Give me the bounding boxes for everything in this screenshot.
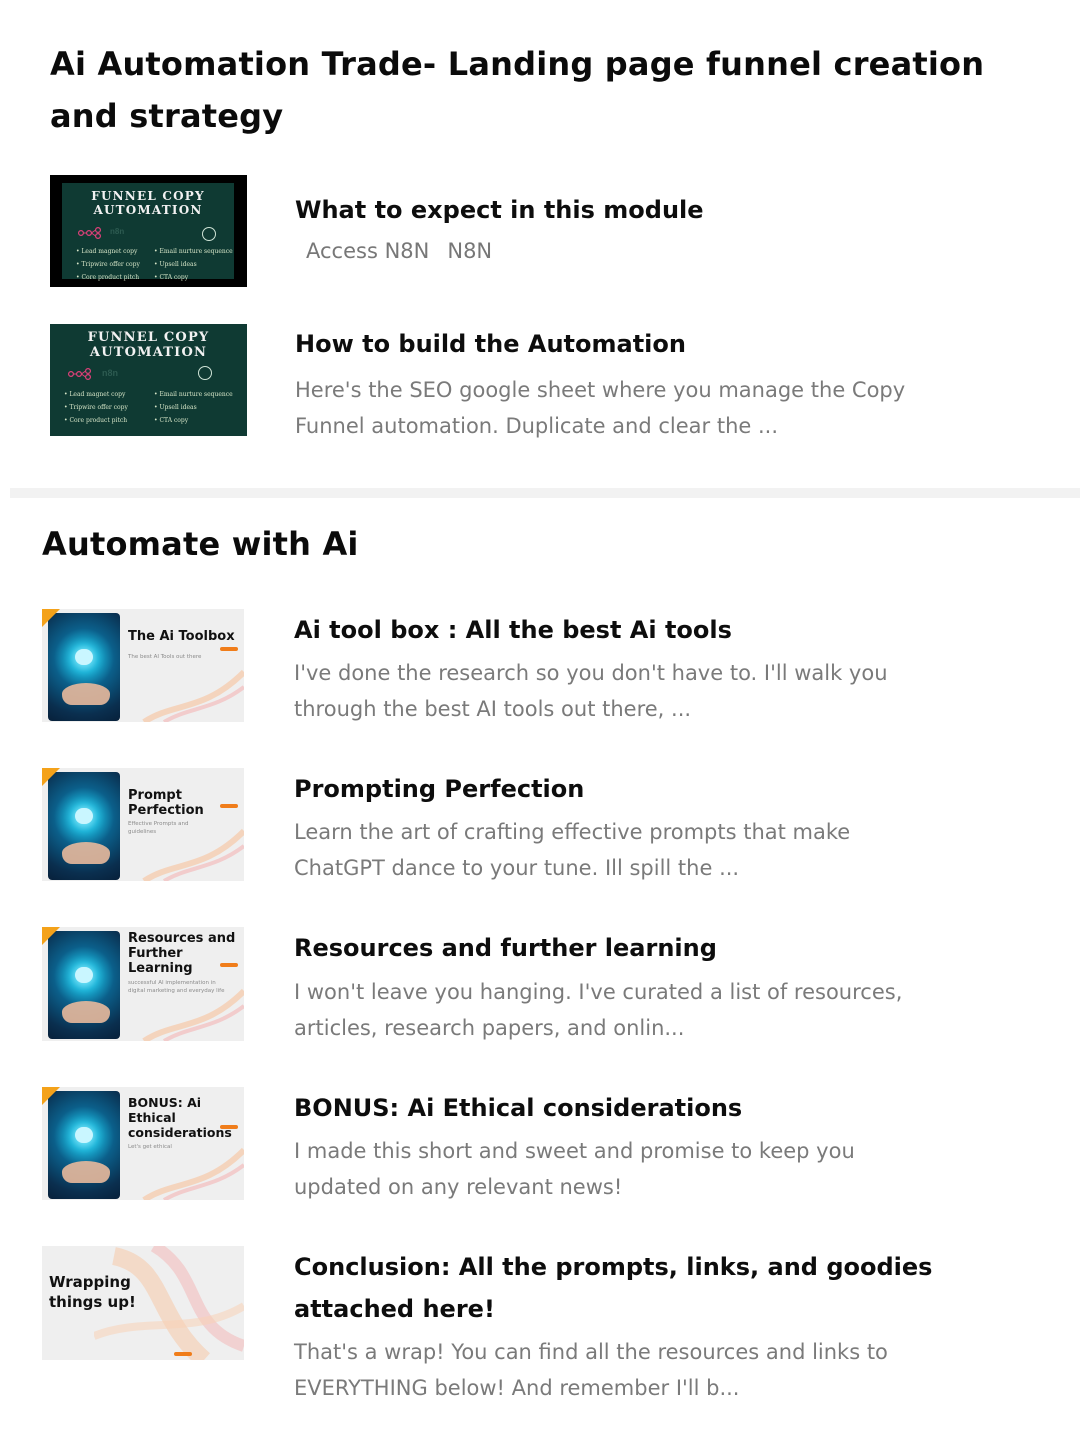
lesson-item[interactable]: BONUS: Ai Ethical considerations Let's g… <box>0 1087 1080 1217</box>
lesson-item[interactable]: The Ai Toolbox The best AI Tools out the… <box>0 609 1080 739</box>
lesson-item[interactable]: Resources and Further Learning successfu… <box>0 927 1080 1057</box>
lesson-thumbnail: Wrapping things up! <box>42 1246 244 1360</box>
lesson-title: Resources and further learning <box>294 934 717 962</box>
lesson-description: I made this short and sweet and promise … <box>294 1139 855 1199</box>
lesson-description: I won't leave you hanging. I've curated … <box>294 980 903 1040</box>
n8n-logo-text: n8n <box>110 227 125 236</box>
section-divider <box>10 488 1080 498</box>
orange-dash <box>220 647 238 651</box>
lesson-item[interactable]: Wrapping things up! Conclusion: All the … <box>0 1246 1080 1416</box>
wave-pattern <box>142 828 244 881</box>
lesson-title: Prompting Perfection <box>294 775 585 803</box>
wave-pattern <box>142 669 244 722</box>
lesson-item[interactable]: Prompt Perfection Effective Prompts and … <box>0 768 1080 898</box>
workflow-nodes-icon <box>68 368 91 380</box>
lesson-title: Conclusion: All the prompts, links, and … <box>294 1253 933 1323</box>
wave-pattern <box>142 1147 244 1200</box>
orange-dash <box>220 963 238 967</box>
workflow-nodes-icon <box>78 227 101 239</box>
thumbnail-bullets-left: • Lead magnet copy • Tripwire offer copy… <box>64 391 128 424</box>
ai-robot-image <box>48 613 120 721</box>
thumbnail-title: The Ai Toolbox <box>128 629 235 644</box>
orange-dash <box>220 804 238 808</box>
corner-accent <box>42 609 60 627</box>
lesson-title: Ai tool box : All the best Ai tools <box>294 616 732 644</box>
lesson-description: That's a wrap! You can find all the reso… <box>294 1340 888 1400</box>
tag: Access N8N <box>306 239 430 263</box>
module-section-automate: Automate with Ai The Ai Toolbox The best… <box>0 498 1080 1440</box>
lesson-title: How to build the Automation <box>295 330 686 358</box>
ai-robot-image <box>48 1091 120 1199</box>
lesson-title: What to expect in this module <box>295 196 704 224</box>
lesson-title: BONUS: Ai Ethical considerations <box>294 1094 743 1122</box>
thumbnail-bullets-right: • Email nurture sequence • Upsell ideas … <box>154 391 233 424</box>
corner-accent <box>42 927 60 945</box>
thumbnail-bullets-left: • Lead magnet copy • Tripwire offer copy… <box>76 248 140 281</box>
module-section-funnel: Ai Automation Trade- Landing page funnel… <box>0 0 1080 488</box>
wave-pattern <box>94 1246 244 1360</box>
thumbnail-title: BONUS: Ai Ethical considerations <box>128 1095 232 1140</box>
lesson-thumbnail: Resources and Further Learning successfu… <box>42 927 244 1041</box>
thumbnail-title: Prompt Perfection <box>128 788 204 818</box>
thumbnail-bullets-right: • Email nurture sequence • Upsell ideas … <box>154 248 233 281</box>
thumbnail-title: FUNNEL COPY AUTOMATION <box>87 330 210 360</box>
lesson-description: I've done the research so you don't have… <box>294 661 888 721</box>
lesson-thumbnail: BONUS: Ai Ethical considerations Let's g… <box>42 1087 244 1200</box>
section-title: Automate with Ai <box>42 525 359 563</box>
orange-dash <box>174 1352 192 1356</box>
thumbnail-title: FUNNEL COPY AUTOMATION <box>91 189 205 217</box>
wave-pattern <box>142 988 244 1041</box>
n8n-logo-text: n8n <box>102 368 119 378</box>
lesson-description: Learn the art of crafting effective prom… <box>294 820 851 880</box>
corner-accent <box>42 768 60 786</box>
lesson-thumbnail: FUNNEL COPY AUTOMATION n8n • Lead magnet… <box>50 175 247 287</box>
thumbnail-subtitle: The best AI Tools out there <box>128 654 202 660</box>
brain-icon <box>202 227 216 241</box>
section-title: Ai Automation Trade- Landing page funnel… <box>50 45 985 135</box>
orange-dash <box>220 1125 238 1129</box>
lesson-thumbnail: Prompt Perfection Effective Prompts and … <box>42 768 244 881</box>
thumbnail-title: Resources and Further Learning <box>128 931 236 976</box>
corner-accent <box>42 1087 60 1105</box>
brain-icon <box>198 366 212 380</box>
lesson-description: Here's the SEO google sheet where you ma… <box>295 378 906 438</box>
lesson-item[interactable]: FUNNEL COPY AUTOMATION n8n • Lead magnet… <box>0 324 1080 444</box>
ai-robot-image <box>48 931 120 1039</box>
lesson-tags: Access N8N N8N <box>306 239 492 263</box>
lesson-thumbnail: FUNNEL COPY AUTOMATION n8n • Lead magnet… <box>50 324 247 436</box>
tag: N8N <box>447 239 493 263</box>
lesson-thumbnail: The Ai Toolbox The best AI Tools out the… <box>42 609 244 722</box>
lesson-item[interactable]: FUNNEL COPY AUTOMATION n8n • Lead magnet… <box>0 175 1080 287</box>
ai-robot-image <box>48 772 120 880</box>
